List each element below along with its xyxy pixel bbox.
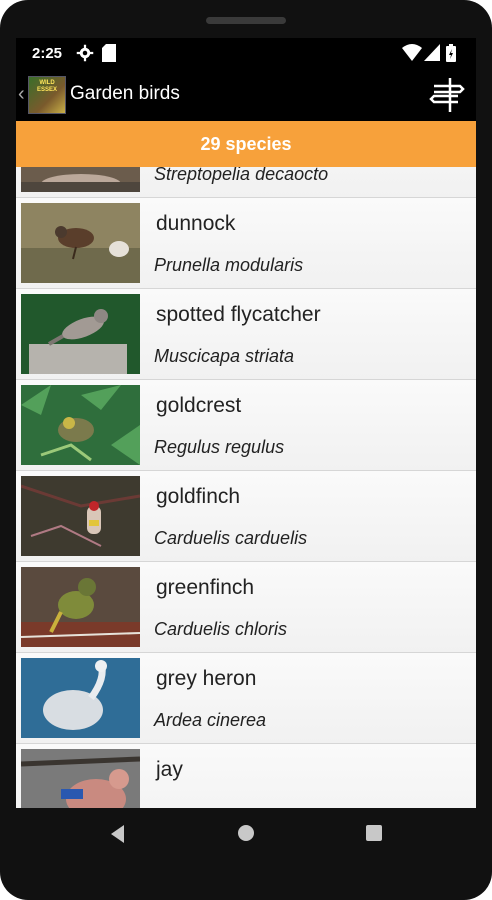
app-bar: ‹ WILD ESSEX Garden birds [16,68,476,120]
bird-photo-collared-dove [21,167,140,192]
species-latin-name: Streptopelia decaocto [154,167,329,184]
signal-icon [424,44,440,61]
bird-photo-jay [21,749,140,808]
list-item[interactable]: goldcrest Regulus regulus [16,380,476,471]
system-nav-bar [0,808,492,868]
gear-icon [76,44,94,62]
bird-photo-spotted-flycatcher [21,294,140,374]
bird-photo-dunnock [21,203,140,283]
species-count-banner: 29 species [16,121,476,167]
species-latin-name: Muscicapa striata [154,346,295,366]
species-common-name: greenfinch [156,576,255,599]
app-logo-text: WILD ESSEX [36,80,57,93]
status-bar: 2:25 [16,38,476,68]
list-item[interactable]: Streptopelia decaocto [16,167,476,198]
phone-frame: 2:25 ‹ WILD ESSEX Garden birds 29 specie… [0,0,492,900]
screen: 2:25 ‹ WILD ESSEX Garden birds 29 specie… [16,38,476,808]
nav-home-icon[interactable] [238,825,254,841]
list-item[interactable]: grey heron Ardea cinerea [16,653,476,744]
app-logo[interactable]: WILD ESSEX [28,76,66,114]
list-item[interactable]: dunnock Prunella modularis [16,198,476,289]
back-chevron-icon[interactable]: ‹ [18,83,25,106]
species-common-name: goldfinch [156,485,241,508]
speaker-grille [206,17,286,24]
species-latin-name: Carduelis carduelis [154,528,308,548]
list-item[interactable]: jay [16,744,476,808]
species-latin-name: Prunella modularis [154,255,304,275]
page-title: Garden birds [70,83,180,104]
species-common-name: spotted flycatcher [156,303,321,326]
species-common-name: goldcrest [156,394,242,417]
bird-photo-goldcrest [21,385,140,465]
species-latin-name: Regulus regulus [154,437,285,457]
bird-photo-greenfinch [21,567,140,647]
wifi-icon [402,44,422,61]
list-item[interactable]: goldfinch Carduelis carduelis [16,471,476,562]
signpost-icon[interactable] [426,74,466,114]
list-item[interactable]: greenfinch Carduelis chloris [16,562,476,653]
status-time: 2:25 [32,45,63,62]
species-list[interactable]: Streptopelia decaocto dunnock Prunella m… [16,167,476,808]
bird-photo-goldfinch [21,476,140,556]
species-common-name: grey heron [156,667,257,690]
sd-card-icon [102,44,116,62]
nav-recents-icon[interactable] [366,825,382,841]
species-latin-name: Ardea cinerea [154,710,267,730]
species-latin-name: Carduelis chloris [154,619,288,639]
bird-photo-grey-heron [21,658,140,738]
nav-back-icon[interactable] [111,825,124,843]
species-common-name: dunnock [156,212,236,235]
list-item[interactable]: spotted flycatcher Muscicapa striata [16,289,476,380]
species-common-name: jay [156,758,183,781]
battery-icon [446,44,456,62]
